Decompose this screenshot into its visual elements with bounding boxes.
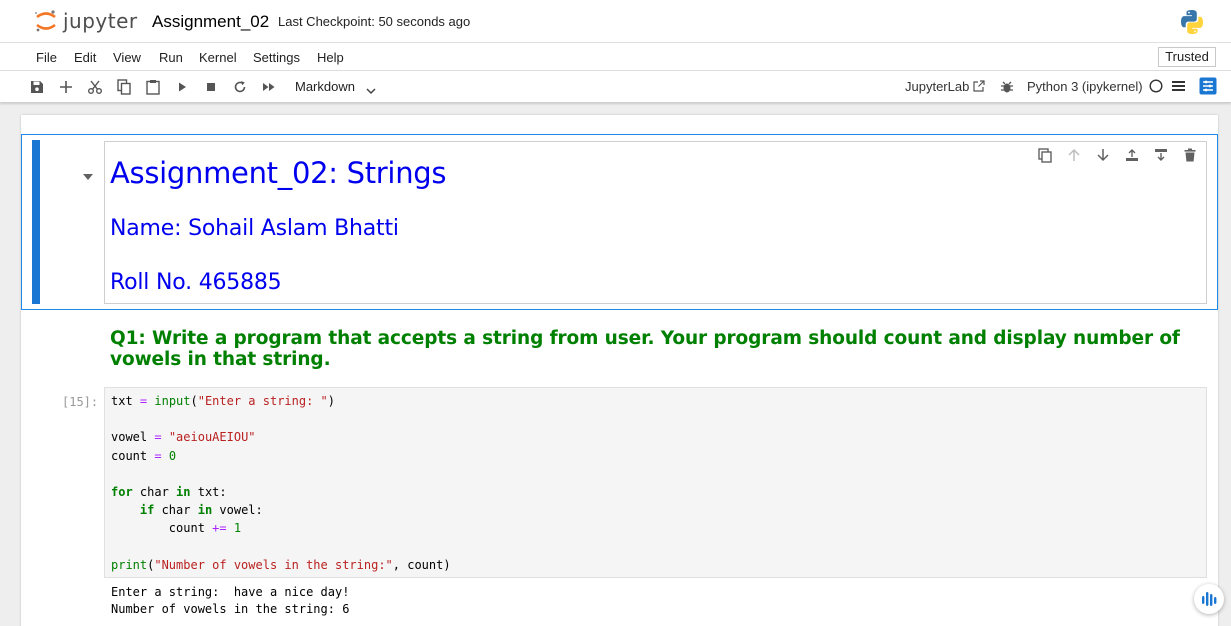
code-cell-output: Enter a string: have a nice day! Number … <box>111 584 349 618</box>
cell-type-select[interactable]: Markdown <box>295 79 355 94</box>
python-logo-icon <box>1180 9 1204 40</box>
interrupt-button[interactable] <box>203 79 219 95</box>
insert-cell-button[interactable] <box>58 79 74 95</box>
top-bar: jupyter Assignment_02 Last Checkpoint: 5… <box>0 0 1231 43</box>
markdown-heading-roll: Roll No. 465885 <box>110 270 282 295</box>
restart-run-all-button[interactable] <box>261 79 277 95</box>
cut-button[interactable] <box>87 79 103 95</box>
menu-kernel[interactable]: Kernel <box>199 50 237 65</box>
duplicate-icon <box>1038 147 1052 163</box>
menu-lines-icon[interactable] <box>1172 80 1185 95</box>
kernel-name[interactable]: Python 3 (ipykernel) <box>1027 79 1143 94</box>
play-icon <box>179 82 186 92</box>
notebook-toolbar: Markdown JupyterLab Python 3 (ipykernel) <box>0 71 1231 103</box>
trusted-indicator[interactable]: Trusted <box>1158 47 1216 67</box>
copy-icon <box>117 79 131 95</box>
menu-bar: File Edit View Run Kernel Settings Help <box>0 43 1231 71</box>
cell-collapser[interactable] <box>32 140 40 304</box>
notebook-title[interactable]: Assignment_02 <box>152 12 269 32</box>
stop-icon <box>207 83 215 91</box>
copy-button[interactable] <box>116 79 132 95</box>
menu-settings[interactable]: Settings <box>253 50 300 65</box>
trash-icon <box>1184 148 1196 162</box>
code-line: count = 0 <box>111 448 177 463</box>
markdown-heading-title: Assignment_02: Strings <box>110 156 447 190</box>
menu-edit[interactable]: Edit <box>74 50 96 65</box>
delete-cell-button[interactable] <box>1182 147 1198 163</box>
menu-file[interactable]: File <box>36 50 57 65</box>
code-line: print("Number of vowels in the string:",… <box>111 557 451 572</box>
fast-forward-icon <box>263 83 275 91</box>
arrow-up-icon <box>1068 148 1080 161</box>
code-line: count += 1 <box>111 521 242 536</box>
jupyter-logo[interactable]: jupyter <box>33 8 138 34</box>
menu-help[interactable]: Help <box>317 50 344 65</box>
chevron-down-icon[interactable] <box>366 82 376 100</box>
save-icon <box>31 81 43 93</box>
menu-run[interactable]: Run <box>159 50 183 65</box>
insert-below-icon <box>1155 149 1167 161</box>
output-line: Number of vowels in the string: 6 <box>111 602 350 616</box>
jupyterlab-link[interactable]: JupyterLab <box>905 79 969 94</box>
notebook-trust-status-button[interactable] <box>1194 584 1224 614</box>
checkpoint-status: Last Checkpoint: 50 seconds ago <box>278 14 471 29</box>
code-line: for char in txt: <box>111 485 227 500</box>
move-down-button[interactable] <box>1095 147 1111 163</box>
code-editor[interactable]: txt = input("Enter a string: ") vowel = … <box>111 392 451 574</box>
bar-indicator-icon <box>1202 592 1217 606</box>
clipboard-icon <box>146 80 160 95</box>
run-button[interactable] <box>174 79 190 95</box>
output-line: Enter a string: have a nice day! <box>111 585 350 599</box>
arrow-down-icon <box>1097 149 1109 162</box>
scissors-icon <box>88 80 102 94</box>
insert-above-button[interactable] <box>1124 147 1140 163</box>
restart-icon <box>234 81 246 93</box>
insert-below-button[interactable] <box>1153 147 1169 163</box>
question-heading[interactable]: Q1: Write a program that accepts a strin… <box>110 328 1200 370</box>
code-line: vowel = "aeiouAEIOU" <box>111 430 256 445</box>
code-line: if char in vowel: <box>139 503 263 518</box>
property-inspector-icon[interactable] <box>1199 77 1217 98</box>
execution-count-prompt: [15]: <box>62 395 99 409</box>
logo-text: jupyter <box>63 9 138 33</box>
menu-view[interactable]: View <box>113 50 141 65</box>
restart-button[interactable] <box>232 79 248 95</box>
plus-icon <box>60 81 72 93</box>
external-link-icon[interactable] <box>973 80 985 95</box>
caret-down-icon[interactable] <box>82 168 94 186</box>
debugger-bug-icon[interactable] <box>1000 80 1014 97</box>
jupyter-logo-icon <box>35 10 56 32</box>
duplicate-cell-button[interactable] <box>1037 147 1053 163</box>
markdown-heading-name: Name: Sohail Aslam Bhatti <box>110 216 399 241</box>
kernel-status-circle-icon <box>1149 79 1163 96</box>
move-up-button[interactable] <box>1066 147 1082 163</box>
paste-button[interactable] <box>145 79 161 95</box>
insert-above-icon <box>1126 149 1138 161</box>
save-button[interactable] <box>29 79 45 95</box>
code-line: txt = input("Enter a string: ") <box>111 394 336 408</box>
